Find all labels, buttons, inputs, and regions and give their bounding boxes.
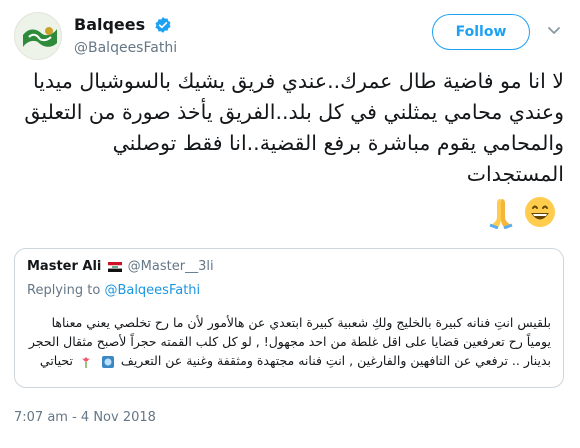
quoted-tweet-text: بلقيس انتِ فنانه كبيرة بالخليج ولكِ شعبي… xyxy=(25,313,551,370)
quoted-author-name: Master Ali xyxy=(27,259,102,274)
avatar[interactable] xyxy=(14,12,62,60)
blue-ornament-emoji-icon xyxy=(101,355,114,368)
follow-button[interactable]: Follow xyxy=(432,14,530,50)
quoted-author-handle: @Master__3li xyxy=(127,259,214,274)
tulip-emoji-icon xyxy=(81,356,90,368)
tweet-emojis xyxy=(486,192,556,232)
green-flag-avatar-icon xyxy=(15,13,61,59)
quoted-tweet-header: Master Ali @Master__3li xyxy=(27,259,214,274)
tweet-timestamp[interactable]: 7:07 am - 4 Nov 2018 xyxy=(14,410,156,425)
iraq-flag-icon xyxy=(107,261,122,272)
quoted-tweet[interactable]: Master Ali @Master__3li Replying to @Bal… xyxy=(14,248,564,388)
replying-to-label: Replying to xyxy=(27,283,101,298)
chevron-down-icon[interactable] xyxy=(546,22,562,38)
replying-to-line: Replying to @BalqeesFathi xyxy=(27,283,200,298)
display-name[interactable]: Balqees xyxy=(74,15,145,34)
replying-to-mention[interactable]: @BalqeesFathi xyxy=(104,283,200,298)
folded-hands-emoji-icon xyxy=(489,199,513,229)
verified-badge-icon xyxy=(155,16,171,33)
handle[interactable]: @BalqeesFathi xyxy=(74,40,177,56)
grinning-face-emoji-icon xyxy=(525,197,555,227)
tweet-text: لا انا مو فاضية طال عمرك..عندي فريق يشيك… xyxy=(24,69,564,186)
quoted-tweet-signoff: تحياتي xyxy=(39,353,73,368)
author-block: Balqees @BalqeesFathi xyxy=(74,14,177,56)
